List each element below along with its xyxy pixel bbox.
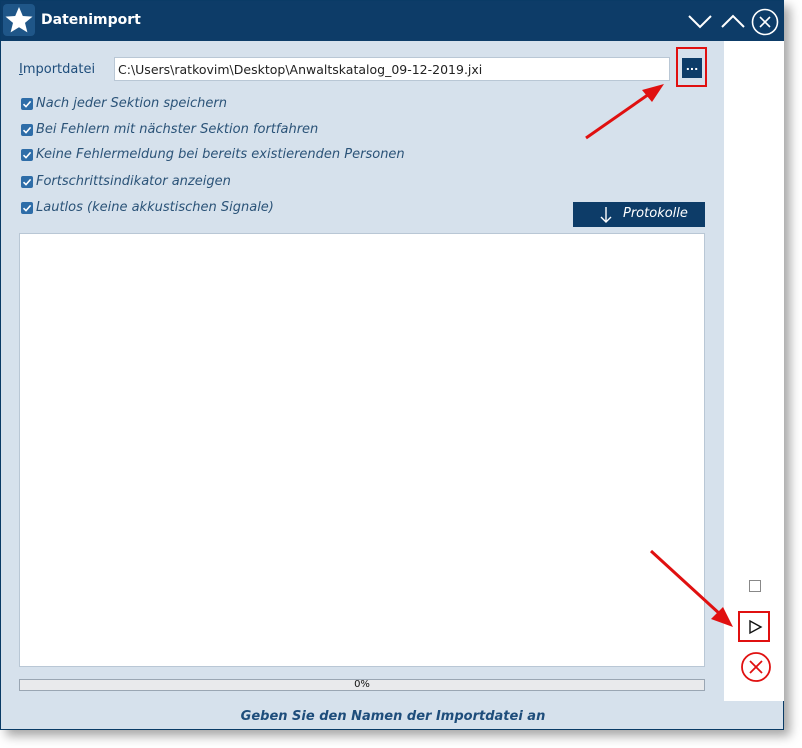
protokolle-label: Protokolle <box>623 206 688 221</box>
checkbox[interactable] <box>21 124 33 136</box>
option-label: Fortschrittsindikator anzeigen <box>36 174 231 189</box>
play-icon <box>749 619 763 635</box>
progress-label: 0% <box>354 679 370 690</box>
option-label: Keine Fehlermeldung bei bereits existier… <box>36 147 405 162</box>
progress-bar: 0% <box>19 679 705 691</box>
cancel-button[interactable] <box>740 651 772 683</box>
cancel-circle-icon <box>741 652 771 682</box>
import-file-label: Importdatei <box>19 62 95 77</box>
minimize-button[interactable] <box>686 8 714 36</box>
star-icon <box>3 4 35 36</box>
check-icon <box>22 178 32 186</box>
chevron-down-icon <box>688 15 712 29</box>
close-window-button[interactable] <box>751 8 779 36</box>
import-file-label-rest: mportdatei <box>22 62 96 77</box>
arrow-down-icon <box>600 207 612 223</box>
checkbox[interactable] <box>21 149 33 161</box>
browse-highlight: ... <box>676 47 707 87</box>
import-dialog: Datenimport Importdatei ... Nach jeder S… <box>0 0 784 730</box>
check-icon <box>22 151 32 159</box>
side-checkbox[interactable] <box>749 580 761 592</box>
option-label: Lautlos (keine akkustischen Signale) <box>36 200 274 215</box>
run-import-button[interactable] <box>738 611 770 642</box>
chevron-up-icon <box>721 14 745 28</box>
checkbox[interactable] <box>21 202 33 214</box>
browse-button[interactable]: ... <box>682 58 702 78</box>
checkbox[interactable] <box>21 176 33 188</box>
protokolle-button[interactable]: Protokolle <box>573 202 705 227</box>
status-message: Geben Sie den Namen der Importdatei an <box>240 709 546 724</box>
checkbox[interactable] <box>21 98 33 110</box>
check-icon <box>22 204 32 212</box>
option-label: Nach jeder Sektion speichern <box>36 96 227 111</box>
close-circle-icon <box>751 8 779 36</box>
check-icon <box>22 100 32 108</box>
log-area[interactable] <box>19 233 705 667</box>
import-file-input[interactable] <box>114 57 670 81</box>
maximize-button[interactable] <box>719 8 747 36</box>
side-panel <box>724 41 784 701</box>
check-icon <box>22 126 32 134</box>
option-label: Bei Fehlern mit nächster Sektion fortfah… <box>36 122 319 137</box>
window-title: Datenimport <box>41 12 141 28</box>
title-bar[interactable]: Datenimport <box>1 1 783 41</box>
